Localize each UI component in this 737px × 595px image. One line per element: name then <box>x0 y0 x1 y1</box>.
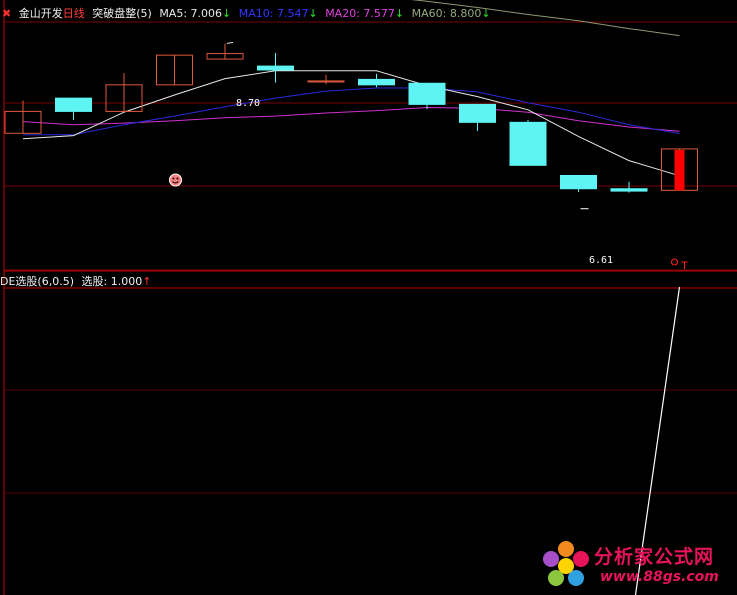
period-label[interactable]: 日线 <box>63 7 85 20</box>
ma5-arrow-icon: ↓ <box>222 7 232 20</box>
chart-canvas <box>3 0 737 595</box>
high-price-label: 8.70 <box>236 98 261 109</box>
grid-lines <box>3 0 737 595</box>
signal-face-eye <box>176 177 179 180</box>
candle-body <box>459 103 496 123</box>
candle-body <box>509 121 547 166</box>
moving-average-lines <box>22 0 680 177</box>
ma20-arrow-icon: ↓ <box>394 7 405 20</box>
stock-name: 金山开发 <box>18 7 63 20</box>
candle-body <box>55 97 92 112</box>
signal-face-icon <box>169 173 182 187</box>
buy-signal-icon <box>671 258 688 269</box>
candle-body <box>560 174 597 190</box>
candles <box>4 43 698 193</box>
main-chart-header: ✖ 金山开发日线 突破盘整(5) MA5: 7.006↓ MA10: 7.547… <box>0 5 495 21</box>
candle-body <box>610 188 648 192</box>
up-arrow-icon: ↑ <box>142 275 152 288</box>
ma60-value: MA60: 8.800 <box>411 7 482 20</box>
high-marker-line <box>226 41 234 44</box>
ma10-arrow-icon: ↓ <box>308 7 318 20</box>
low-price-label: 6.61 <box>589 255 614 266</box>
ma20-value: MA20: 7.577 <box>325 7 395 20</box>
watermark-url: www.88gs.com <box>600 569 719 585</box>
indicator-header: DE选股(6,0.5) 选股: 1.000↑ <box>0 273 155 289</box>
signal-face-eye <box>172 177 175 180</box>
candle-body <box>257 65 294 71</box>
limit-up-fill <box>674 149 685 191</box>
indicator-value: 选股: 1.000 <box>81 275 143 288</box>
candle-body <box>358 78 395 86</box>
ma60-arrow-icon: ↓ <box>481 7 491 20</box>
candle-body <box>408 82 446 105</box>
flower-logo-icon <box>543 541 589 586</box>
indicator-name: DE选股(6,0.5) <box>0 275 74 288</box>
candle-body <box>307 80 345 83</box>
watermark: 分析家公式网 www.88gs.com <box>538 538 737 595</box>
formula-name: 突破盘整(5) <box>92 7 152 20</box>
markers <box>169 41 688 269</box>
ma10-value: MA10: 7.547 <box>238 7 309 20</box>
close-icon[interactable]: ✖ <box>2 7 11 20</box>
watermark-title: 分析家公式网 <box>594 546 715 568</box>
ma5-value: MA5: 7.006 <box>159 7 223 20</box>
